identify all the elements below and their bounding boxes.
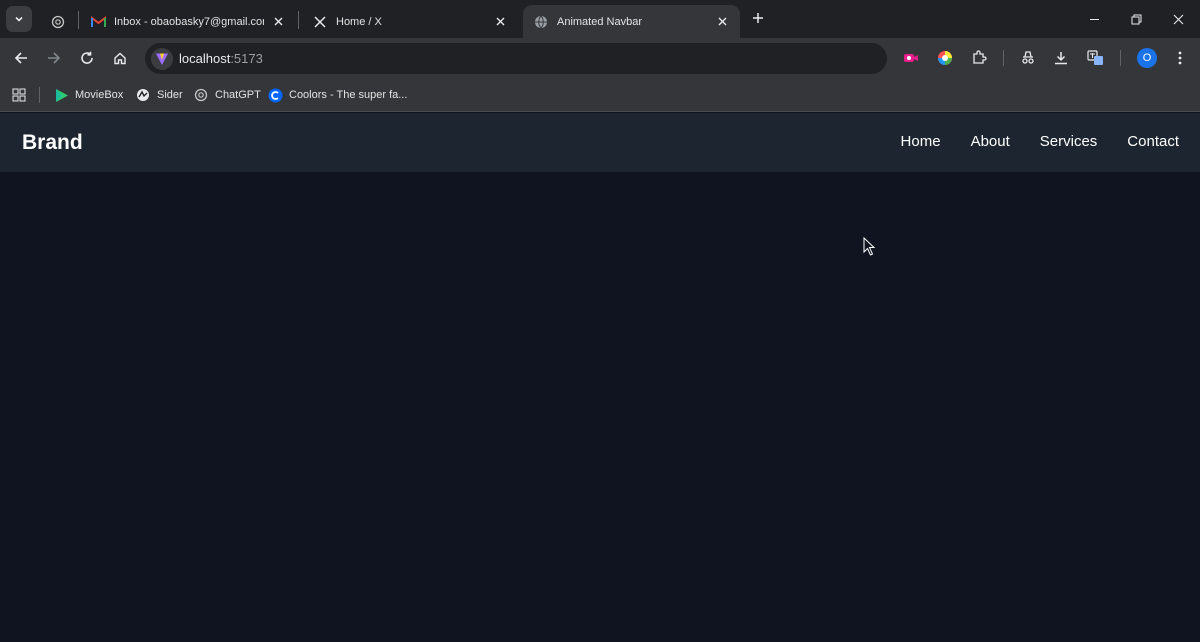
nav-links: Home About Services Contact <box>901 133 1179 150</box>
minimize-button[interactable] <box>1072 0 1116 38</box>
tab-separator <box>78 11 79 29</box>
chatgpt-icon <box>193 87 209 103</box>
url-host: localhost <box>179 51 231 66</box>
home-button[interactable] <box>108 46 132 70</box>
nav-link-contact[interactable]: Contact <box>1127 133 1179 150</box>
tab-chatgpt[interactable] <box>40 5 76 38</box>
apps-button[interactable] <box>11 85 27 105</box>
bookmark-label: ChatGPT <box>215 89 261 101</box>
back-button[interactable] <box>9 46 33 70</box>
tab-x-home[interactable]: Home / X <box>302 5 518 38</box>
translate-icon <box>1086 50 1103 65</box>
sider-icon <box>135 87 151 103</box>
minimize-icon <box>1089 18 1099 20</box>
color-picker-extension[interactable] <box>933 46 957 70</box>
nav-link-home[interactable]: Home <box>901 133 941 150</box>
translate-button[interactable] <box>1083 46 1107 70</box>
tab-strip: Inbox - obaobasky7@gmail.com - Home / X … <box>0 0 1200 38</box>
url-text: localhost:5173 <box>179 51 263 66</box>
bookmark-moviebox[interactable]: MovieBox <box>53 85 123 105</box>
mouse-cursor-icon <box>863 237 876 256</box>
new-tab-button[interactable] <box>748 8 768 28</box>
url-port: :5173 <box>230 51 263 66</box>
bookmark-label: Sider <box>157 89 183 101</box>
page-content: Brand Home About Services Contact <box>0 113 1200 642</box>
browser-toolbar: localhost:5173 O <box>0 38 1200 78</box>
bookmark-sider[interactable]: Sider <box>135 85 183 105</box>
close-icon[interactable] <box>492 14 508 30</box>
profile-initial: O <box>1142 52 1152 64</box>
color-wheel-icon <box>938 51 952 65</box>
restore-icon <box>1131 14 1141 24</box>
tab-gmail[interactable]: Inbox - obaobasky7@gmail.com - <box>80 5 296 38</box>
gmail-icon <box>90 14 106 30</box>
bookmark-label: MovieBox <box>75 89 124 101</box>
restore-button[interactable] <box>1114 0 1158 38</box>
reload-button[interactable] <box>75 46 99 70</box>
bookmark-coolors[interactable]: Coolors - The super fa... <box>267 85 407 105</box>
home-icon <box>114 52 126 65</box>
coolors-icon <box>267 87 283 103</box>
tab-separator <box>298 11 299 29</box>
close-window-button[interactable] <box>1156 0 1200 38</box>
extensions-button[interactable] <box>967 46 991 70</box>
tab-title: Inbox - obaobasky7@gmail.com - <box>114 15 264 28</box>
puzzle-icon <box>973 50 987 64</box>
reload-icon <box>81 51 93 64</box>
arrow-right-icon <box>48 52 61 64</box>
tab-title: Home / X <box>336 15 382 28</box>
close-icon <box>1173 14 1183 24</box>
forward-button[interactable] <box>42 46 66 70</box>
screen-recorder-extension[interactable] <box>899 46 923 70</box>
x-logo-icon <box>312 14 328 30</box>
apps-grid-icon <box>11 87 27 103</box>
globe-icon <box>533 14 549 30</box>
toolbar-divider <box>1003 50 1004 66</box>
bookmarks-bar: MovieBox Sider ChatGPT Coolors - The sup… <box>0 78 1200 112</box>
chatgpt-icon <box>50 14 66 30</box>
browser-menu-button[interactable] <box>1168 46 1192 70</box>
incognito-icon <box>1022 51 1034 64</box>
more-vertical-icon <box>1178 51 1182 65</box>
downloads-button[interactable] <box>1049 46 1073 70</box>
site-navbar: Brand Home About Services Contact <box>0 113 1200 172</box>
profile-avatar[interactable]: O <box>1137 48 1157 68</box>
plus-icon <box>753 13 763 23</box>
close-icon[interactable] <box>714 14 730 30</box>
bookmark-label: Coolors - The super fa... <box>289 89 408 101</box>
download-icon <box>1055 52 1067 65</box>
tab-animated-navbar[interactable]: Animated Navbar <box>523 5 740 38</box>
nav-link-about[interactable]: About <box>971 133 1010 150</box>
brand-logo[interactable]: Brand <box>22 131 83 155</box>
chevron-down-icon <box>15 16 23 22</box>
bookmark-chatgpt[interactable]: ChatGPT <box>193 85 261 105</box>
moviebox-icon <box>53 87 69 103</box>
toolbar-divider <box>1120 50 1121 66</box>
tab-title: Animated Navbar <box>557 15 642 28</box>
vite-logo-icon[interactable] <box>151 47 173 70</box>
tab-search-button[interactable] <box>6 6 32 32</box>
nav-link-services[interactable]: Services <box>1040 133 1098 150</box>
close-icon[interactable] <box>270 14 286 30</box>
bookmark-separator <box>39 87 40 103</box>
incognito-button[interactable] <box>1016 46 1040 70</box>
video-camera-icon <box>904 54 918 62</box>
address-bar[interactable]: localhost:5173 <box>145 43 887 74</box>
arrow-left-icon <box>14 52 27 64</box>
